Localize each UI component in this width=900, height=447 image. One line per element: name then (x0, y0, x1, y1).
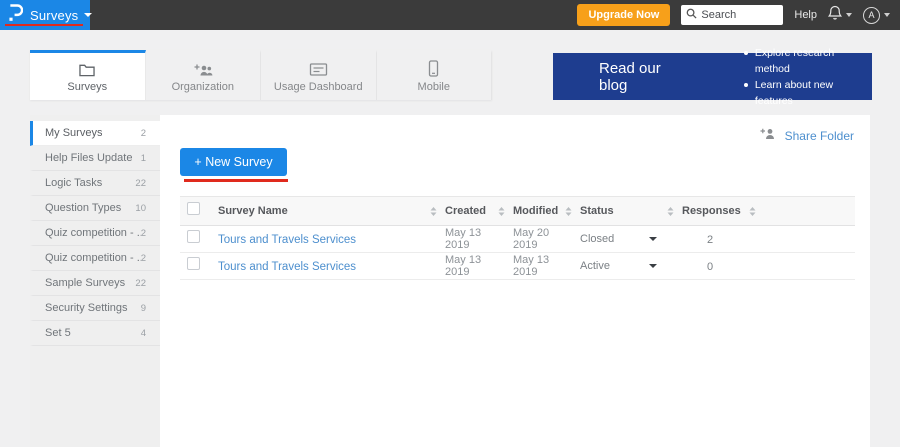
chevron-down-icon (846, 13, 852, 17)
people-add-icon (192, 60, 213, 77)
search-box[interactable] (681, 5, 783, 25)
tab-organization[interactable]: Organization (146, 50, 262, 100)
sort-icon[interactable] (667, 207, 674, 216)
status-dropdown-icon[interactable] (649, 264, 657, 268)
upgrade-now-button[interactable]: Upgrade Now (577, 4, 670, 26)
blog-bullet-list: Explore research method Learn about new … (744, 45, 872, 109)
search-icon (686, 6, 697, 24)
sidebar-item-quiz-competition-1[interactable]: Quiz competition - ...2 (30, 221, 160, 246)
status-dropdown-icon[interactable] (649, 237, 657, 241)
tab-mobile[interactable]: Mobile (377, 50, 493, 100)
column-header-responses[interactable]: Responses (682, 205, 741, 217)
sidebar-item-question-types[interactable]: Question Types10 (30, 196, 160, 221)
status-value: Closed (565, 233, 614, 245)
created-date: May 13 2019 (430, 254, 498, 278)
responses-count: 0 (707, 261, 713, 273)
dashboard-icon (309, 60, 328, 77)
folder-count: 9 (141, 303, 146, 314)
folder-icon (78, 60, 96, 77)
chevron-down-icon (884, 13, 890, 17)
column-header-created[interactable]: Created (445, 205, 486, 217)
table-row: Tours and Travels Services May 13 2019 M… (180, 253, 855, 280)
annotation-underline (5, 24, 83, 26)
main-content: Share Folder + New Survey Survey Name Cr… (160, 115, 870, 447)
table-header-row: Survey Name Created Modified Status Resp… (180, 196, 855, 226)
column-header-survey-name[interactable]: Survey Name (218, 205, 288, 217)
sort-icon[interactable] (749, 207, 756, 216)
sort-icon[interactable] (498, 207, 505, 216)
sidebar-item-quiz-competition-2[interactable]: Quiz competition - ...2 (30, 246, 160, 271)
survey-name-link[interactable]: Tours and Travels Services (210, 261, 356, 273)
folder-count: 2 (141, 253, 146, 264)
modified-date: May 20 2019 (498, 227, 565, 251)
blog-title: Read our blog (599, 60, 692, 94)
sort-icon[interactable] (565, 207, 572, 216)
top-navigation-bar: Surveys Upgrade Now Help A (0, 0, 900, 30)
account-menu[interactable]: A (863, 7, 890, 24)
blog-promo-panel[interactable]: Read our blog Explore research method Le… (553, 53, 872, 100)
share-folder-button[interactable]: Share Folder (759, 127, 854, 145)
sidebar-item-help-files-update[interactable]: Help Files Update1 (30, 146, 160, 171)
sidebar-item-security-settings[interactable]: Security Settings9 (30, 296, 160, 321)
tab-label: Usage Dashboard (274, 81, 363, 93)
bell-icon (828, 5, 842, 26)
sort-icon[interactable] (430, 207, 437, 216)
share-folder-label: Share Folder (785, 129, 854, 143)
module-tabs: Surveys Organization Usage Dashboard Mob… (30, 50, 492, 100)
mobile-icon (428, 60, 439, 77)
notifications-button[interactable] (828, 5, 852, 26)
folder-count: 2 (141, 228, 146, 239)
product-name: Surveys (30, 8, 78, 23)
chevron-down-icon (84, 13, 92, 17)
tab-label: Organization (172, 81, 234, 93)
column-header-status[interactable]: Status (580, 205, 614, 217)
table-row: Tours and Travels Services May 13 2019 M… (180, 226, 855, 253)
modified-date: May 13 2019 (498, 254, 565, 278)
sidebar-item-my-surveys[interactable]: My Surveys2 (30, 121, 160, 146)
folder-count: 4 (141, 328, 146, 339)
blog-bullet: Explore research method (744, 45, 872, 77)
folder-count: 1 (141, 153, 146, 164)
new-survey-button[interactable]: + New Survey (180, 148, 287, 176)
annotation-underline (184, 179, 288, 182)
avatar: A (863, 7, 880, 24)
tab-usage-dashboard[interactable]: Usage Dashboard (261, 50, 377, 100)
person-add-icon (759, 127, 777, 145)
search-input[interactable] (701, 9, 781, 21)
row-checkbox[interactable] (187, 257, 200, 270)
folder-count: 10 (135, 203, 146, 214)
sidebar-item-set-5[interactable]: Set 54 (30, 321, 160, 346)
tab-label: Mobile (418, 81, 450, 93)
responses-count: 2 (707, 234, 713, 246)
surveys-table: Survey Name Created Modified Status Resp… (180, 196, 855, 280)
blog-bullet: Learn about new features (744, 77, 872, 109)
tab-surveys[interactable]: Surveys (30, 50, 146, 100)
topbar-actions: Upgrade Now Help A (577, 4, 900, 26)
folders-sidebar: My Surveys2 Help Files Update1 Logic Tas… (30, 115, 160, 447)
app-switcher[interactable]: Surveys (0, 0, 90, 30)
tab-label: Surveys (67, 81, 107, 93)
sidebar-item-logic-tasks[interactable]: Logic Tasks22 (30, 171, 160, 196)
folder-count: 22 (135, 178, 146, 189)
row-checkbox[interactable] (187, 230, 200, 243)
column-header-modified[interactable]: Modified (513, 205, 558, 217)
help-link[interactable]: Help (794, 9, 817, 21)
folder-count: 2 (141, 128, 146, 139)
folder-count: 22 (135, 278, 146, 289)
select-all-checkbox[interactable] (187, 202, 200, 215)
survey-name-link[interactable]: Tours and Travels Services (210, 234, 356, 246)
status-value: Active (565, 260, 610, 272)
created-date: May 13 2019 (430, 227, 498, 251)
sidebar-item-sample-surveys[interactable]: Sample Surveys22 (30, 271, 160, 296)
